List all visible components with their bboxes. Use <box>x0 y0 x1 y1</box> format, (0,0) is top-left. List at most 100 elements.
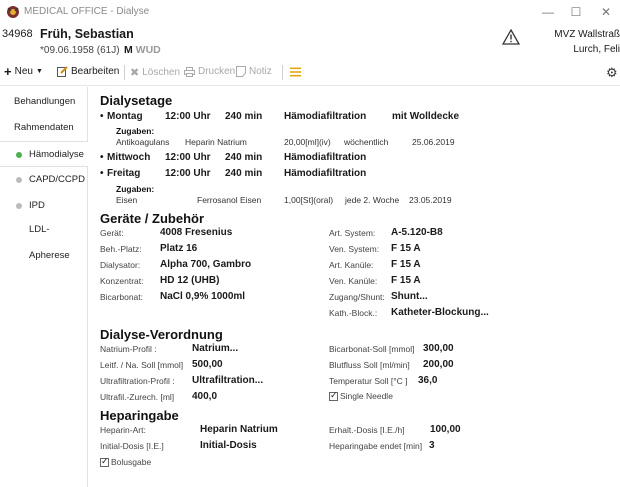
patient-birthdate: *09.06.1958 <box>40 45 94 56</box>
menu-button[interactable] <box>290 67 301 77</box>
field-label: Dialysator: <box>100 260 141 270</box>
zugabe-type: Eisen <box>116 195 138 205</box>
maximize-button[interactable]: ☐ <box>568 4 584 20</box>
chevron-down-icon: ▼ <box>35 68 43 75</box>
settings-button[interactable]: ⚙ <box>606 65 618 81</box>
patient-id: 34968 <box>2 28 33 40</box>
field-value: Natrium... <box>192 343 239 354</box>
status-dot-icon <box>16 177 22 183</box>
sidebar: Behandlungen Rahmendaten Hämodialyse CAP… <box>0 87 89 487</box>
sidebar-item-behandlungen[interactable]: Behandlungen <box>0 89 88 115</box>
edit-button[interactable]: Bearbeiten <box>57 66 119 77</box>
field-label: Ven. Kanüle: <box>329 276 378 286</box>
field-label: Konzentrat: <box>100 276 144 286</box>
sidebar-item-ipd[interactable]: IPD <box>0 193 88 219</box>
field-label: Bicarbonat-Soll [mmol] <box>329 344 415 354</box>
print-button-label: Drucken <box>198 66 236 77</box>
zugabe-date: 25.06.2019 <box>412 137 455 147</box>
practice-name: MVZ Wallstraß <box>554 29 620 40</box>
zugaben-label: Zugaben: <box>116 184 155 194</box>
note-icon <box>236 66 246 77</box>
delete-button-label: Löschen <box>142 67 181 78</box>
sidebar-item-haemodialyse[interactable]: Hämodialyse <box>0 141 89 167</box>
patient-header: 34968 Früh, Sebastian *09.06.1958 (61J) … <box>0 24 620 60</box>
field-value: Heparin Natrium <box>200 424 278 435</box>
field-value: F 15 A <box>391 275 421 286</box>
status-dot-icon <box>16 203 22 209</box>
patient-age: (61J) <box>96 45 120 56</box>
zugaben-label: Zugaben: <box>116 126 155 136</box>
delete-button[interactable]: ✖ Löschen <box>130 66 180 79</box>
field-label: Erhalt.-Dosis [I.E./h] <box>329 425 405 435</box>
sidebar-item-label: Rahmendaten <box>14 122 74 133</box>
field-value: 400,0 <box>192 391 218 402</box>
window-title: MEDICAL OFFICE - Dialyse <box>24 6 150 17</box>
day-method: Hämodiafiltration <box>284 111 367 122</box>
sidebar-item-capd-ccpd[interactable]: CAPD/CCPD <box>0 167 88 193</box>
section-title-dialysetage: Dialysetage <box>100 93 173 108</box>
note-button[interactable]: Notiz <box>236 66 272 77</box>
close-button[interactable]: ✕ <box>598 4 614 20</box>
patient-name: Früh, Sebastian <box>40 27 134 41</box>
delete-icon: ✖ <box>130 67 140 79</box>
sidebar-item-label: Behandlungen <box>14 96 76 107</box>
sidebar-item-label: LDL-Apherese <box>29 224 70 261</box>
day-bullet: • <box>100 168 104 179</box>
field-label: Temperatur Soll [°C ] <box>329 376 408 386</box>
field-label: Leitf. / Na. Soll [mmol] <box>100 360 184 370</box>
field-value: F 15 A <box>391 243 421 254</box>
zugabe-date: 23.05.2019 <box>409 195 452 205</box>
field-label: Initial-Dosis [I.E.] <box>100 441 164 451</box>
field-value: 500,00 <box>192 359 223 370</box>
zugabe-drug: Ferrosanol Eisen <box>197 195 262 205</box>
app-logo-icon <box>7 6 19 18</box>
toolbar: + Neu ▼ Bearbeiten ✖ Löschen Drucken Not… <box>0 60 620 86</box>
field-label: Ultrafil.-Zurech. [ml] <box>100 392 175 402</box>
status-dot-icon <box>16 152 22 158</box>
day-bullet: • <box>100 152 104 163</box>
field-label: Beh.-Platz: <box>100 244 142 254</box>
patient-dob: *09.06.1958 (61J) <box>40 45 120 56</box>
field-value: 3 <box>429 440 435 451</box>
field-label: Ultrafiltration-Profil : <box>100 376 175 386</box>
title-bar: MEDICAL OFFICE - Dialyse — ☐ ✕ <box>0 0 620 24</box>
hamburger-menu-icon <box>290 67 301 77</box>
minimize-button[interactable]: — <box>540 4 556 20</box>
plus-icon: + <box>4 63 12 79</box>
field-label: Heparin-Art: <box>100 425 146 435</box>
single-needle-checkbox[interactable]: Single Needle <box>329 390 393 402</box>
field-label: Art. System: <box>329 228 376 238</box>
sidebar-item-label: IPD <box>29 200 45 211</box>
practice-doctor: Lurch, Feli <box>573 44 620 55</box>
field-value: 300,00 <box>423 343 454 354</box>
warning-icon[interactable] <box>502 29 520 45</box>
field-value: Katheter-Blockung... <box>391 307 489 318</box>
day-bullet: • <box>100 111 104 122</box>
bolusgabe-checkbox[interactable]: Bolusgabe <box>100 456 152 468</box>
field-value: 100,00 <box>430 424 461 435</box>
sex-selected: M <box>124 44 133 56</box>
zugabe-dose: 1,00[St](oral) <box>284 195 334 205</box>
new-button-label: Neu <box>14 66 33 77</box>
zugabe-frequency: wöchentlich <box>344 137 389 147</box>
section-title-verordnung: Dialyse-Verordnung <box>100 327 223 342</box>
sidebar-item-rahmendaten[interactable]: Rahmendaten <box>0 115 88 141</box>
new-button[interactable]: + Neu ▼ <box>4 63 43 79</box>
zugabe-dose: 20,00[ml](iv) <box>284 137 331 147</box>
sidebar-item-label: Hämodialyse <box>29 149 84 160</box>
field-label: Gerät: <box>100 228 124 238</box>
sidebar-item-ldl-apherese[interactable]: LDL-Apherese <box>0 217 88 261</box>
field-label: Bicarbonat: <box>100 292 143 302</box>
day-name: Montag <box>107 111 143 122</box>
sex-others: WUD <box>135 44 161 56</box>
patient-sex: M WUD <box>124 44 161 56</box>
day-extra: mit Wolldecke <box>392 111 460 122</box>
gear-icon: ⚙ <box>606 65 618 80</box>
checkbox-label: Bolusgabe <box>111 457 152 467</box>
main-content: Dialysetage • Montag 12:00 Uhr 240 min H… <box>88 87 620 487</box>
field-value: Shunt... <box>391 291 428 302</box>
print-button[interactable]: Drucken <box>184 66 235 77</box>
field-label: Blutfluss Soll [ml/min] <box>329 360 410 370</box>
field-value: 4008 Fresenius <box>160 227 233 238</box>
zugabe-type: Antikoagulans <box>116 137 170 147</box>
